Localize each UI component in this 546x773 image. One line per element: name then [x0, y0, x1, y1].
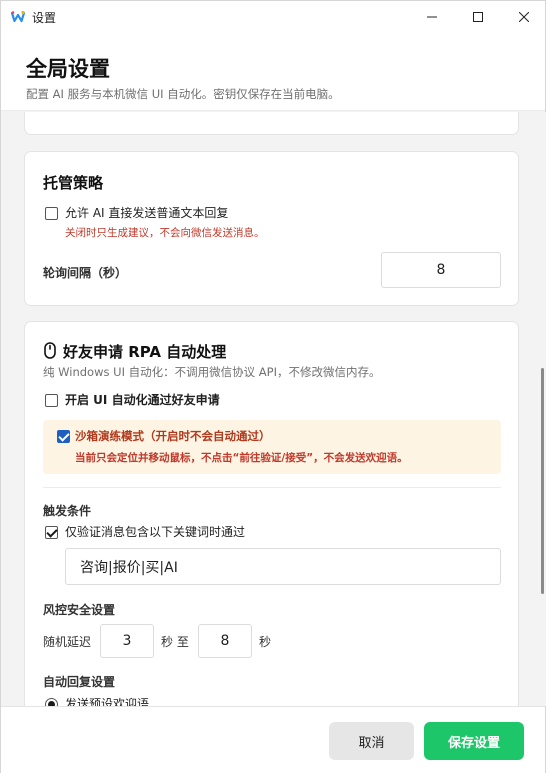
maximize-button[interactable]: [455, 1, 501, 33]
hosting-strategy-card: 托管策略 允许 AI 直接发送普通文本回复 关闭时只生成建议，不会向微信发送消息…: [24, 151, 519, 306]
risk-section-title: 风控安全设置: [43, 603, 116, 617]
friend-request-rpa-card: 好友申请 RPA 自动处理 纯 Windows UI 自动化：不调用微信协议 A…: [24, 321, 519, 706]
keywords-input[interactable]: 咨询|报价|买|AI: [65, 548, 501, 585]
page-subtitle: 配置 AI 服务与本机微信 UI 自动化。密钥仅保存在当前电脑。: [26, 87, 340, 101]
sandbox-mode-panel: 沙箱演练模式（开启时不会自动通过） 当前只会定位并移动鼠标，不点击“前往验证/接…: [43, 420, 501, 474]
delay-max-input[interactable]: 8: [198, 624, 252, 658]
keyword-only-checkbox[interactable]: [45, 526, 58, 539]
page-title: 全局设置: [26, 57, 110, 81]
auto-reply-section-title: 自动回复设置: [43, 675, 116, 689]
allow-direct-reply-checkbox[interactable]: [45, 207, 58, 220]
minimize-icon: [427, 16, 437, 18]
settings-window: 设置 全局设置 配置 AI 服务与本机微信 UI 自动化。密钥仅保存在当前电脑。…: [0, 0, 546, 773]
preset-welcome-radio[interactable]: [45, 698, 58, 706]
title-bar: 设置: [1, 1, 545, 33]
settings-scroll-area[interactable]: 托管策略 允许 AI 直接发送普通文本回复 关闭时只生成建议，不会向微信发送消息…: [1, 112, 546, 706]
enable-rpa-checkbox[interactable]: [45, 394, 58, 407]
friend-card-title: 好友申请 RPA 自动处理: [63, 343, 227, 361]
window-title: 设置: [32, 11, 57, 25]
footer-bar: 取消 保存设置: [1, 706, 545, 773]
seconds-to-label: 秒 至: [161, 635, 189, 649]
allow-direct-reply-hint: 关闭时只生成建议，不会向微信发送消息。: [65, 227, 265, 239]
friend-card-description: 纯 Windows UI 自动化：不调用微信协议 API，不修改微信内存。: [43, 365, 381, 379]
cancel-button[interactable]: 取消: [329, 722, 414, 760]
keyword-only-label[interactable]: 仅验证消息包含以下关键词时通过: [65, 523, 245, 540]
random-delay-label: 随机延迟: [43, 635, 92, 649]
save-button[interactable]: 保存设置: [424, 722, 524, 760]
trigger-section-title: 触发条件: [43, 504, 92, 518]
previous-settings-card: [24, 112, 519, 135]
close-button[interactable]: [501, 1, 546, 33]
maximize-icon: [473, 12, 483, 22]
hosting-card-title: 托管策略: [43, 174, 104, 192]
close-icon: [519, 12, 529, 22]
poll-interval-input[interactable]: 8: [381, 252, 501, 288]
scrollbar-thumb[interactable]: [541, 368, 544, 594]
allow-direct-reply-label[interactable]: 允许 AI 直接发送普通文本回复: [65, 204, 228, 221]
enable-rpa-label[interactable]: 开启 UI 自动化通过好友申请: [65, 391, 220, 408]
mouse-icon: [44, 342, 56, 359]
sandbox-mode-label[interactable]: 沙箱演练模式（开启时不会自动通过）: [75, 428, 271, 444]
page-header: 全局设置 配置 AI 服务与本机微信 UI 自动化。密钥仅保存在当前电脑。: [1, 33, 545, 111]
delay-min-input[interactable]: 3: [100, 624, 154, 658]
section-divider: [43, 487, 501, 488]
preset-welcome-label[interactable]: 发送预设欢迎语: [65, 695, 149, 706]
minimize-button[interactable]: [409, 1, 455, 33]
app-logo-icon: [11, 10, 25, 23]
sandbox-mode-checkbox[interactable]: [57, 430, 70, 443]
seconds-label: 秒: [259, 635, 272, 649]
poll-interval-label: 轮询间隔（秒）: [43, 266, 128, 280]
sandbox-mode-description: 当前只会定位并移动鼠标，不点击“前往验证/接受”，不会发送欢迎语。: [75, 452, 408, 464]
